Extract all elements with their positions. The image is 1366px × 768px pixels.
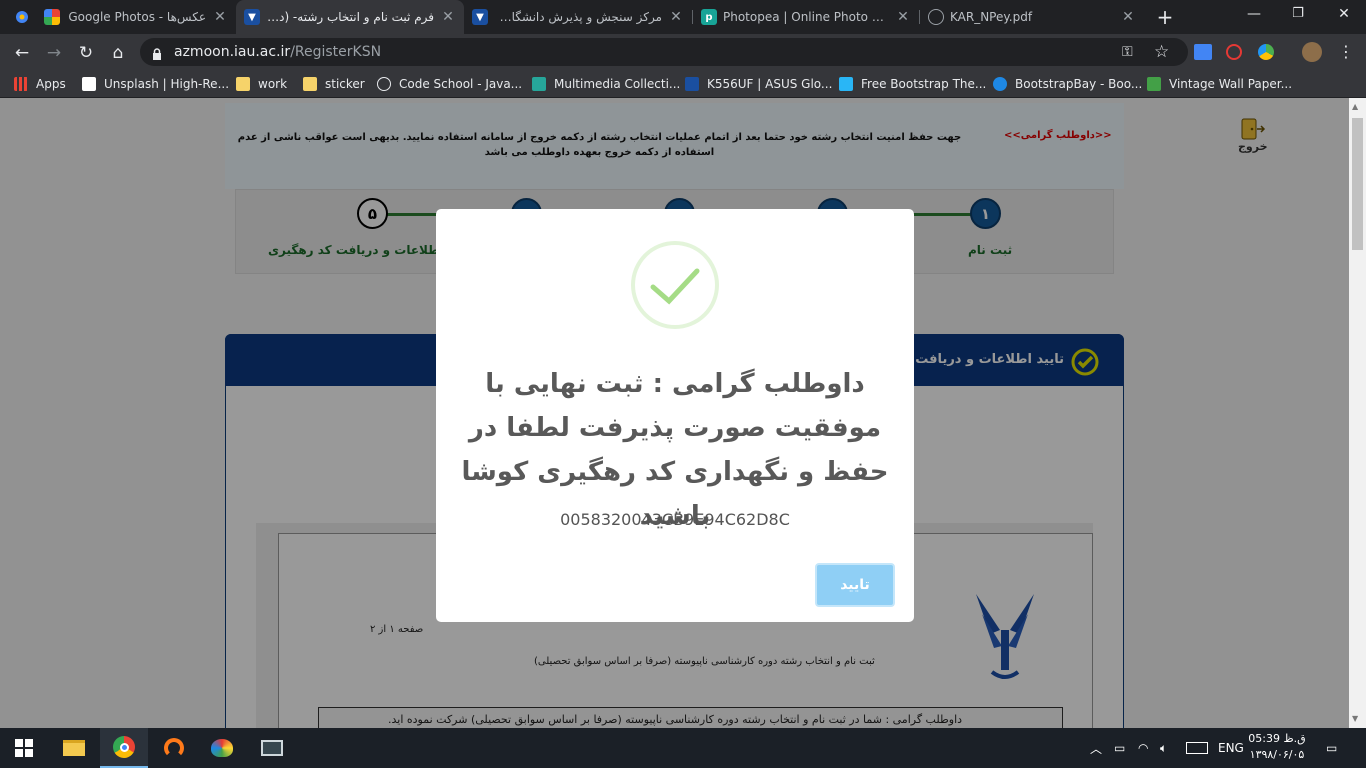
windows-logo-icon — [15, 739, 33, 757]
bookmark-vintage[interactable]: Vintage Wall Paper... — [1147, 70, 1292, 98]
home-icon[interactable]: ⌂ — [107, 42, 129, 64]
bookmark-codeschool[interactable]: Code School - Java... — [377, 70, 522, 98]
close-icon[interactable]: ✕ — [1120, 9, 1136, 25]
unsplash-icon — [82, 77, 96, 91]
paint-taskbar-icon[interactable] — [198, 728, 246, 768]
tab-label: مرکز سنجش و پذیرش دانشگاه آزاد — [494, 10, 662, 24]
screenshot-tool-icon[interactable] — [248, 728, 296, 768]
bookmark-label: K556UF | ASUS Glo... — [707, 77, 833, 91]
bookmark-label: sticker — [325, 77, 365, 91]
bookmark-label: Free Bootstrap The... — [861, 77, 987, 91]
battery-icon[interactable]: ▭ — [1114, 728, 1125, 768]
tab-register-form[interactable]: ▼ فرم ثبت نام و انتخاب رشته- (دانشگاه ✕ — [236, 0, 464, 34]
clock[interactable]: 05:39 ق.ظ ۱۳۹۸/۰۶/۰۵ — [1244, 731, 1310, 763]
tab-azmoon-center[interactable]: ▼ مرکز سنجش و پذیرش دانشگاه آزاد ✕ — [464, 0, 692, 34]
app-taskbar-icon[interactable] — [150, 728, 198, 768]
bookmark-multimedia[interactable]: Multimedia Collecti... — [532, 70, 680, 98]
back-button[interactable]: ← — [11, 42, 33, 64]
wifi-icon[interactable]: ◠ — [1138, 728, 1148, 768]
bookmark-sticker[interactable]: sticker — [303, 70, 365, 98]
minimize-button[interactable]: — — [1244, 6, 1264, 22]
reload-button[interactable]: ↻ — [75, 42, 97, 64]
bookmark-icon — [839, 77, 853, 91]
url-text: azmoon.iau.ac.ir/RegisterKSN — [174, 44, 381, 60]
notifications-icon[interactable]: ▭ — [1326, 728, 1337, 768]
volume-icon[interactable]: 🔈︎ — [1160, 728, 1167, 768]
tab-label: KAR_NPey.pdf — [950, 10, 1033, 24]
bookmark-label: Multimedia Collecti... — [554, 77, 681, 91]
tab-label: فرم ثبت نام و انتخاب رشته- (دانشگاه — [266, 10, 434, 24]
file-explorer-icon[interactable] — [50, 728, 98, 768]
bookmark-star-icon[interactable]: ☆ — [1154, 42, 1169, 62]
tracking-code: 0058320043CB9E94C62D8C — [560, 510, 790, 529]
chrome-taskbar-icon[interactable] — [100, 728, 148, 768]
profile-avatar[interactable] — [1302, 42, 1322, 62]
tray-chevron-icon[interactable]: ︿ — [1090, 728, 1102, 768]
close-icon[interactable]: ✕ — [212, 9, 228, 25]
translate-extension-icon[interactable] — [1194, 44, 1212, 60]
asus-icon — [685, 77, 699, 91]
extension-icon[interactable] — [1226, 44, 1242, 60]
tab-google-photos[interactable]: عکس‌ها - Google Photos ✕ — [36, 0, 236, 34]
iau-favicon: ▼ — [472, 9, 488, 25]
scrollbar-thumb[interactable] — [1352, 118, 1363, 250]
lock-icon[interactable] — [152, 45, 162, 60]
chrome-menu-icon[interactable] — [14, 9, 30, 25]
google-photos-icon — [44, 9, 60, 25]
window-close-button[interactable]: ✕ — [1334, 6, 1354, 22]
bookmark-icon — [993, 77, 1007, 91]
bookmark-label: work — [258, 77, 288, 91]
success-check-icon — [631, 241, 719, 329]
forward-button[interactable]: → — [43, 42, 65, 64]
iau-favicon: ▼ — [244, 9, 260, 25]
bookmark-work[interactable]: work — [236, 70, 287, 98]
tab-pdf[interactable]: KAR_NPey.pdf ✕ — [920, 0, 1144, 34]
bookmark-icon — [532, 77, 546, 91]
bookmark-label: Vintage Wall Paper... — [1169, 77, 1293, 91]
new-tab-button[interactable]: + — [1155, 5, 1175, 29]
tab-label: Photopea | Online Photo Editor — [723, 10, 889, 24]
extension-icon[interactable] — [1258, 44, 1274, 60]
url-path: /RegisterKSN — [290, 44, 382, 60]
key-icon[interactable]: ⚿ — [1122, 44, 1133, 60]
scroll-up-icon[interactable]: ▲ — [1352, 102, 1358, 111]
bookmark-asus[interactable]: K556UF | ASUS Glo... — [685, 70, 832, 98]
bookmark-unsplash[interactable]: Unsplash | High-Re... — [82, 70, 229, 98]
tab-photopea[interactable]: p Photopea | Online Photo Editor ✕ — [693, 0, 919, 34]
bookmark-label: Code School - Java... — [399, 77, 523, 91]
apps-grid-icon — [14, 77, 28, 91]
clock-date: ۱۳۹۸/۰۶/۰۵ — [1249, 748, 1305, 761]
language-indicator[interactable]: ENG — [1218, 728, 1244, 768]
folder-icon — [303, 77, 317, 91]
url-host: azmoon.iau.ac.ir — [174, 44, 291, 60]
globe-icon — [377, 77, 391, 91]
restore-button[interactable]: ❐ — [1288, 6, 1308, 21]
more-menu-icon[interactable]: ⋮ — [1338, 42, 1354, 61]
close-icon[interactable]: ✕ — [668, 9, 684, 25]
bookmark-label: BootstrapBay - Boo... — [1015, 77, 1143, 91]
keyboard-icon[interactable] — [1186, 728, 1208, 768]
confirm-button[interactable]: تایید — [815, 563, 895, 607]
close-icon[interactable]: ✕ — [895, 9, 911, 25]
bookmark-label: Apps — [36, 77, 66, 91]
folder-icon — [236, 77, 250, 91]
bookmark-apps[interactable]: Apps — [14, 70, 66, 98]
bookmark-bootstrapbay[interactable]: BootstrapBay - Boo... — [993, 70, 1142, 98]
photopea-icon: p — [701, 9, 717, 25]
clock-time: 05:39 ق.ظ — [1248, 732, 1306, 745]
globe-icon — [928, 9, 944, 25]
scroll-down-icon[interactable]: ▼ — [1352, 714, 1358, 723]
tab-label: عکس‌ها - Google Photos — [68, 10, 206, 24]
bookmark-icon — [1147, 77, 1161, 91]
bookmark-label: Unsplash | High-Re... — [104, 77, 230, 91]
close-icon[interactable]: ✕ — [440, 9, 456, 25]
bookmark-bootstrap-themes[interactable]: Free Bootstrap The... — [839, 70, 986, 98]
start-button[interactable] — [0, 728, 48, 768]
